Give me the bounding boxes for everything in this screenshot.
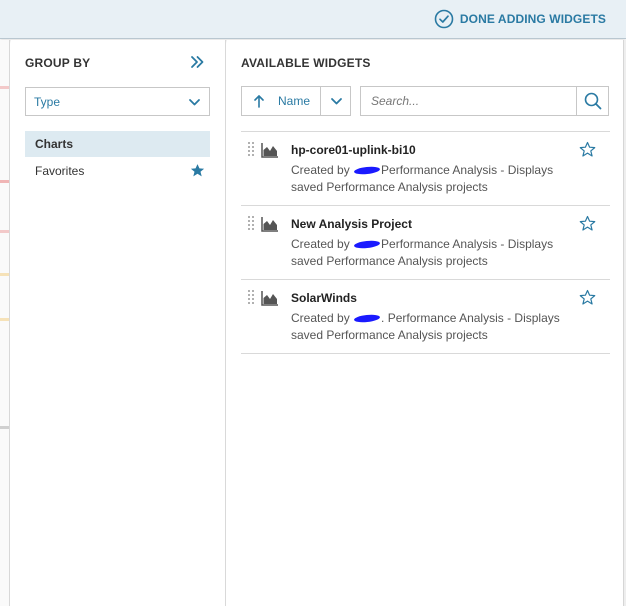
- widget-description: Created by . Performance Analysis - Disp…: [291, 310, 581, 344]
- group-item-favorites[interactable]: Favorites: [25, 158, 210, 184]
- group-item-charts[interactable]: Charts: [25, 131, 210, 157]
- search-box: [360, 86, 609, 116]
- check-circle-icon: [434, 9, 454, 29]
- sort-control: Name: [241, 86, 351, 116]
- search-input[interactable]: [361, 87, 577, 115]
- widget-desc-prefix: Created by: [291, 311, 350, 325]
- widget-item[interactable]: New Analysis Project Created by Performa…: [241, 206, 610, 280]
- group-item-label: Charts: [35, 137, 74, 151]
- available-widgets-title: AVAILABLE WIDGETS: [241, 56, 371, 70]
- group-item-label: Favorites: [35, 164, 85, 178]
- group-by-select-value: Type: [34, 95, 61, 109]
- drag-handle-icon[interactable]: [247, 289, 255, 307]
- drag-handle-icon[interactable]: [247, 215, 255, 233]
- widget-item[interactable]: SolarWinds Created by . Performance Anal…: [241, 280, 610, 354]
- done-adding-widgets-button[interactable]: DONE ADDING WIDGETS: [434, 8, 606, 30]
- star-outline-icon[interactable]: [579, 289, 596, 306]
- sort-field-label: Name: [278, 94, 311, 108]
- drag-handle-icon[interactable]: [247, 141, 255, 159]
- search-icon: [584, 92, 602, 110]
- redaction-mark: [353, 165, 381, 176]
- group-by-title: GROUP BY: [25, 56, 91, 70]
- group-by-panel: GROUP BY Type Charts Favorites: [11, 40, 226, 606]
- area-chart-icon: [261, 217, 278, 232]
- search-button[interactable]: [576, 87, 608, 115]
- star-filled-icon: [190, 164, 205, 177]
- widget-description: Created by Performance Analysis - Displa…: [291, 162, 581, 196]
- widget-title: SolarWinds: [291, 291, 357, 305]
- widget-title: hp-core01-uplink-bi10: [291, 143, 416, 157]
- star-outline-icon[interactable]: [579, 141, 596, 158]
- done-adding-widgets-label: DONE ADDING WIDGETS: [459, 12, 606, 26]
- area-chart-icon: [261, 291, 278, 306]
- collapse-double-chevron-icon[interactable]: [189, 54, 205, 70]
- area-chart-icon: [261, 143, 278, 158]
- chevron-down-icon: [331, 98, 342, 105]
- widget-description: Created by Performance Analysis - Displa…: [291, 236, 581, 270]
- arrow-up-icon: [254, 95, 264, 108]
- widget-list: hp-core01-uplink-bi10 Created by Perform…: [241, 131, 610, 354]
- widget-item[interactable]: hp-core01-uplink-bi10 Created by Perform…: [241, 132, 610, 206]
- redaction-mark: [353, 239, 381, 250]
- sort-field-dropdown[interactable]: [322, 87, 350, 115]
- background-page-edge: [0, 40, 10, 606]
- widget-title: New Analysis Project: [291, 217, 412, 231]
- group-by-type-select[interactable]: Type: [25, 87, 210, 116]
- star-outline-icon[interactable]: [579, 215, 596, 232]
- available-widgets-panel: AVAILABLE WIDGETS Name Search... hp-core…: [227, 40, 623, 606]
- sort-direction-button[interactable]: Name: [242, 87, 321, 115]
- widget-desc-prefix: Created by: [291, 163, 350, 177]
- widget-desc-prefix: Created by: [291, 237, 350, 251]
- top-bar: DONE ADDING WIDGETS: [0, 0, 626, 39]
- chevron-down-icon: [189, 99, 200, 106]
- redaction-mark: [353, 313, 381, 324]
